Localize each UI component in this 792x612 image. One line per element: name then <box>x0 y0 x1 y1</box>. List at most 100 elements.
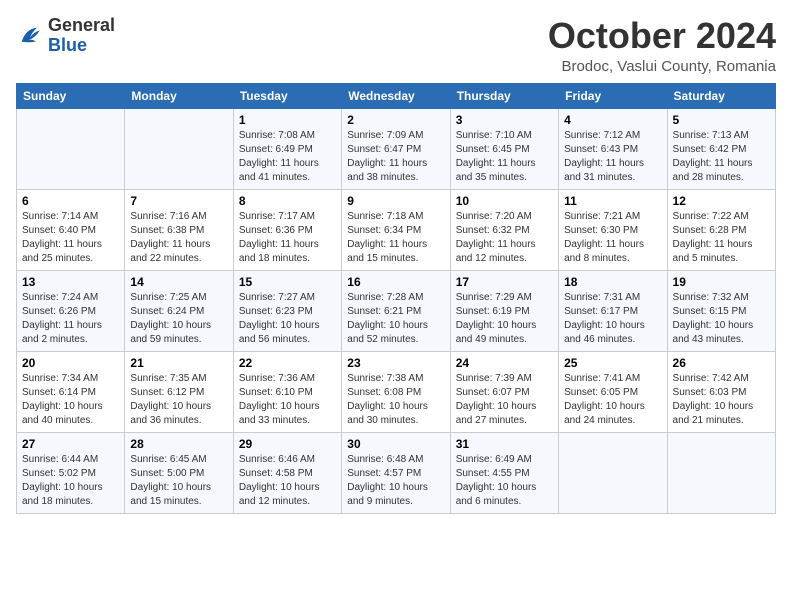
table-row: 24 Sunrise: 7:39 AM Sunset: 6:07 PM Dayli… <box>450 351 558 432</box>
table-row: 2 Sunrise: 7:09 AM Sunset: 6:47 PM Daylig… <box>342 108 450 189</box>
day-info: Sunrise: 7:42 AM Sunset: 6:03 PM Dayligh… <box>673 372 770 428</box>
day-info: Sunrise: 7:20 AM Sunset: 6:32 PM Dayligh… <box>456 210 553 266</box>
calendar-table: Sunday Monday Tuesday Wednesday Thursday… <box>16 83 776 514</box>
day-info: Sunrise: 7:35 AM Sunset: 6:12 PM Dayligh… <box>130 372 227 428</box>
table-row <box>559 432 667 513</box>
table-row: 19Sunrise: 7:32 AM Sunset: 6:15 PM Dayli… <box>667 270 775 351</box>
logo-blue-text: Blue <box>48 35 87 55</box>
day-info: Sunrise: 7:22 AM Sunset: 6:28 PM Dayligh… <box>673 210 770 266</box>
table-row: 28 Sunrise: 6:45 AM Sunset: 5:00 PM Dayli… <box>125 432 233 513</box>
table-row <box>667 432 775 513</box>
day-info: Sunrise: 6:46 AM Sunset: 4:58 PM Dayligh… <box>239 453 336 509</box>
day-number: 10 <box>456 194 553 208</box>
col-wednesday: Wednesday <box>342 83 450 108</box>
table-row: 30Sunrise: 6:48 AM Sunset: 4:57 PM Dayli… <box>342 432 450 513</box>
day-info: Sunrise: 7:34 AM Sunset: 6:14 PM Dayligh… <box>22 372 119 428</box>
col-tuesday: Tuesday <box>233 83 341 108</box>
table-row: 10 Sunrise: 7:20 AM Sunset: 6:32 PM Dayli… <box>450 189 558 270</box>
table-row: 21Sunrise: 7:35 AM Sunset: 6:12 PM Dayli… <box>125 351 233 432</box>
day-number: 19 <box>673 275 770 289</box>
day-info: Sunrise: 7:18 AM Sunset: 6:34 PM Dayligh… <box>347 210 444 266</box>
day-info: Sunrise: 6:44 AM Sunset: 5:02 PM Dayligh… <box>22 453 119 509</box>
table-row <box>17 108 125 189</box>
day-number: 18 <box>564 275 661 289</box>
col-friday: Friday <box>559 83 667 108</box>
day-number: 12 <box>673 194 770 208</box>
day-info: Sunrise: 7:10 AM Sunset: 6:45 PM Dayligh… <box>456 129 553 185</box>
day-number: 24 <box>456 356 553 370</box>
day-info: Sunrise: 7:16 AM Sunset: 6:38 PM Dayligh… <box>130 210 227 266</box>
day-number: 1 <box>239 113 336 127</box>
calendar-week-row: 20Sunrise: 7:34 AM Sunset: 6:14 PM Dayli… <box>17 351 776 432</box>
table-row: 23 Sunrise: 7:38 AM Sunset: 6:08 PM Dayli… <box>342 351 450 432</box>
day-info: Sunrise: 7:27 AM Sunset: 6:23 PM Dayligh… <box>239 291 336 347</box>
day-number: 30 <box>347 437 444 451</box>
table-row: 14 Sunrise: 7:25 AM Sunset: 6:24 PM Dayli… <box>125 270 233 351</box>
calendar-week-row: 6Sunrise: 7:14 AM Sunset: 6:40 PM Daylig… <box>17 189 776 270</box>
table-row: 8Sunrise: 7:17 AM Sunset: 6:36 PM Daylig… <box>233 189 341 270</box>
calendar-body: 1 Sunrise: 7:08 AM Sunset: 6:49 PM Daylig… <box>17 108 776 513</box>
day-info: Sunrise: 7:21 AM Sunset: 6:30 PM Dayligh… <box>564 210 661 266</box>
day-info: Sunrise: 7:31 AM Sunset: 6:17 PM Dayligh… <box>564 291 661 347</box>
table-row: 13 Sunrise: 7:24 AM Sunset: 6:26 PM Dayli… <box>17 270 125 351</box>
day-number: 15 <box>239 275 336 289</box>
logo-general-text: General <box>48 15 115 35</box>
table-row: 18 Sunrise: 7:31 AM Sunset: 6:17 PM Dayli… <box>559 270 667 351</box>
day-info: Sunrise: 7:25 AM Sunset: 6:24 PM Dayligh… <box>130 291 227 347</box>
day-info: Sunrise: 6:49 AM Sunset: 4:55 PM Dayligh… <box>456 453 553 509</box>
table-row: 26 Sunrise: 7:42 AM Sunset: 6:03 PM Dayli… <box>667 351 775 432</box>
day-number: 22 <box>239 356 336 370</box>
table-row: 27Sunrise: 6:44 AM Sunset: 5:02 PM Dayli… <box>17 432 125 513</box>
month-title: October 2024 <box>548 16 776 56</box>
day-number: 14 <box>130 275 227 289</box>
table-row: 25 Sunrise: 7:41 AM Sunset: 6:05 PM Dayli… <box>559 351 667 432</box>
day-number: 9 <box>347 194 444 208</box>
calendar-header: Sunday Monday Tuesday Wednesday Thursday… <box>17 83 776 108</box>
col-saturday: Saturday <box>667 83 775 108</box>
table-row: 29 Sunrise: 6:46 AM Sunset: 4:58 PM Dayli… <box>233 432 341 513</box>
day-number: 7 <box>130 194 227 208</box>
page-header: General Blue October 2024 Brodoc, Vaslui… <box>16 16 776 75</box>
day-info: Sunrise: 7:24 AM Sunset: 6:26 PM Dayligh… <box>22 291 119 347</box>
title-block: October 2024 Brodoc, Vaslui County, Roma… <box>548 16 776 75</box>
day-number: 6 <box>22 194 119 208</box>
logo-bird-icon <box>16 22 44 50</box>
day-number: 16 <box>347 275 444 289</box>
table-row: 5Sunrise: 7:13 AM Sunset: 6:42 PM Daylig… <box>667 108 775 189</box>
day-number: 3 <box>456 113 553 127</box>
day-info: Sunrise: 7:28 AM Sunset: 6:21 PM Dayligh… <box>347 291 444 347</box>
day-info: Sunrise: 7:36 AM Sunset: 6:10 PM Dayligh… <box>239 372 336 428</box>
day-number: 13 <box>22 275 119 289</box>
calendar-week-row: 1 Sunrise: 7:08 AM Sunset: 6:49 PM Daylig… <box>17 108 776 189</box>
table-row: 7 Sunrise: 7:16 AM Sunset: 6:38 PM Daylig… <box>125 189 233 270</box>
calendar-week-row: 27Sunrise: 6:44 AM Sunset: 5:02 PM Dayli… <box>17 432 776 513</box>
day-number: 29 <box>239 437 336 451</box>
day-info: Sunrise: 7:09 AM Sunset: 6:47 PM Dayligh… <box>347 129 444 185</box>
table-row: 9 Sunrise: 7:18 AM Sunset: 6:34 PM Daylig… <box>342 189 450 270</box>
day-info: Sunrise: 7:29 AM Sunset: 6:19 PM Dayligh… <box>456 291 553 347</box>
day-info: Sunrise: 7:08 AM Sunset: 6:49 PM Dayligh… <box>239 129 336 185</box>
day-info: Sunrise: 7:39 AM Sunset: 6:07 PM Dayligh… <box>456 372 553 428</box>
table-row: 4Sunrise: 7:12 AM Sunset: 6:43 PM Daylig… <box>559 108 667 189</box>
day-number: 11 <box>564 194 661 208</box>
day-number: 2 <box>347 113 444 127</box>
day-number: 31 <box>456 437 553 451</box>
day-info: Sunrise: 6:45 AM Sunset: 5:00 PM Dayligh… <box>130 453 227 509</box>
day-number: 26 <box>673 356 770 370</box>
table-row: 3 Sunrise: 7:10 AM Sunset: 6:45 PM Daylig… <box>450 108 558 189</box>
table-row: 12 Sunrise: 7:22 AM Sunset: 6:28 PM Dayli… <box>667 189 775 270</box>
col-monday: Monday <box>125 83 233 108</box>
day-info: Sunrise: 7:41 AM Sunset: 6:05 PM Dayligh… <box>564 372 661 428</box>
day-number: 28 <box>130 437 227 451</box>
table-row: 31 Sunrise: 6:49 AM Sunset: 4:55 PM Dayli… <box>450 432 558 513</box>
day-info: Sunrise: 7:38 AM Sunset: 6:08 PM Dayligh… <box>347 372 444 428</box>
day-number: 25 <box>564 356 661 370</box>
day-number: 5 <box>673 113 770 127</box>
table-row: 6Sunrise: 7:14 AM Sunset: 6:40 PM Daylig… <box>17 189 125 270</box>
calendar-week-row: 13 Sunrise: 7:24 AM Sunset: 6:26 PM Dayli… <box>17 270 776 351</box>
day-number: 23 <box>347 356 444 370</box>
header-row: Sunday Monday Tuesday Wednesday Thursday… <box>17 83 776 108</box>
table-row <box>125 108 233 189</box>
day-number: 8 <box>239 194 336 208</box>
table-row: 17Sunrise: 7:29 AM Sunset: 6:19 PM Dayli… <box>450 270 558 351</box>
